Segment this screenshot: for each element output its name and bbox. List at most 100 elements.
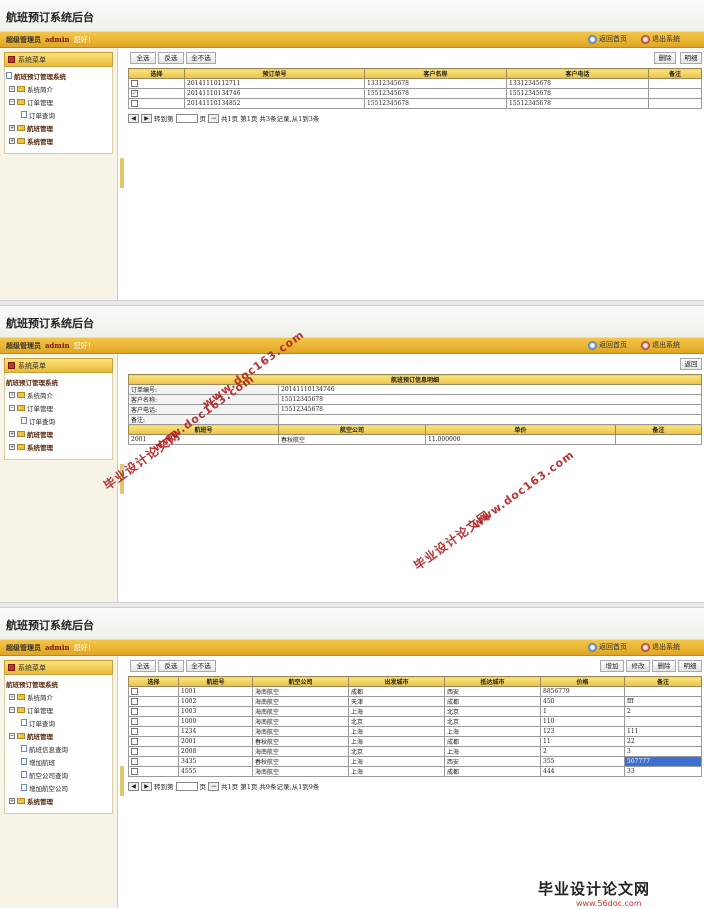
exit-icon [641,642,650,652]
row-checkbox[interactable] [131,738,138,745]
tree-item-order-query[interactable]: 订单查询 [5,108,112,121]
tree-label: 航班预订管理系统 [6,680,58,689]
add-button[interactable]: 增加 [600,660,624,672]
select-all-button[interactable]: 全选 [130,52,156,64]
flight-no: 2008 [178,746,253,757]
tree-item-add-flight[interactable]: 增加航班 [5,755,112,768]
table-row[interactable]: 20141110134852 15512345678 15512345678 [128,98,702,109]
next-page-icon[interactable]: ▶ [141,113,152,123]
page-icon [21,771,27,778]
table-row[interactable]: 2001 春秋航空 上海 成都 11 22 [128,736,702,747]
table-row[interactable]: 20141110112711 13312345678 13312345678 [128,78,702,89]
col-price: 价格 [540,676,625,687]
exit-link[interactable]: 退出系统 [641,642,680,652]
tree-root[interactable]: 航班预订管理系统 [5,677,112,690]
table-row[interactable]: 1002 海南航空 天津 成都 450 fff [128,696,702,707]
home-link-label: 返回首页 [599,35,627,43]
prev-page-icon[interactable]: ◀ [128,781,139,791]
sidebar-splitter[interactable] [120,766,124,796]
greeting: 您好！ [73,35,95,44]
row-checkbox[interactable] [131,728,138,735]
row-checkbox[interactable] [131,698,138,705]
app-title-bar: 航班预订系统后台 [0,306,704,338]
expand-icon: + [9,391,15,398]
tree-item-system[interactable]: + 系统管理 [5,440,112,453]
row-checkbox[interactable]: ✓ [131,90,138,97]
tree-label: 订单查询 [29,719,55,728]
invert-selection-button[interactable]: 反选 [158,660,184,672]
go-button[interactable]: → [208,113,219,123]
col-airline: 航空公司 [252,676,349,687]
collapse-icon: − [9,706,15,713]
table-row[interactable]: 1003 海南航空 上海 北京 1 2 [128,706,702,717]
row-checkbox[interactable] [131,100,138,107]
airline: 海南航空 [252,706,349,717]
page-input[interactable] [175,781,198,791]
row-checkbox[interactable] [131,688,138,695]
edit-button[interactable]: 修改 [626,660,650,672]
table-row[interactable]: ✓ 20141110134746 15512345678 15512345678 [128,88,702,99]
note: 2 [624,706,702,717]
tree-item-flights[interactable]: − 航班管理 [5,729,112,742]
row-checkbox[interactable] [131,758,138,765]
exit-link[interactable]: 退出系统 [641,340,680,350]
tree-item-flights[interactable]: + 航班管理 [5,121,112,134]
detail-button[interactable]: 明细 [680,52,702,64]
exit-link[interactable]: 退出系统 [641,34,680,44]
home-link[interactable]: 返回首页 [588,340,627,350]
row-checkbox[interactable] [131,80,138,87]
invert-selection-button[interactable]: 反选 [158,52,184,64]
select-none-button[interactable]: 全不选 [186,660,216,672]
table-row[interactable]: 4555 海南航空 上海 成都 444 33 [128,766,702,777]
tree-item-flight-query[interactable]: 航班信息查询 [5,742,112,755]
page-unit: 页 [199,783,207,791]
tree-item-order-query[interactable]: 订单查询 [5,716,112,729]
next-page-icon[interactable]: ▶ [141,781,152,791]
sidebar-splitter[interactable] [120,158,124,188]
row-checkbox[interactable] [131,768,138,775]
go-button[interactable]: → [208,781,219,791]
table-row[interactable]: 1234 海南航空 上海 上海 123 111 [128,726,702,737]
back-button[interactable]: 返回 [680,358,702,370]
tree-item-intro[interactable]: + 系统简介 [5,690,112,703]
tree-item-intro[interactable]: + 系统简介 [5,388,112,401]
row-checkbox[interactable] [131,748,138,755]
to-city: 上海 [444,746,541,757]
order-detail-panel: 航班预订系统后台 超级管理员 admin 您好！ 返回首页 退出系统 系统菜单 航班… [0,306,704,602]
tree-item-orders[interactable]: − 订单管理 [5,95,112,108]
select-none-button[interactable]: 全不选 [186,52,216,64]
note: 33 [624,766,702,777]
table-row[interactable]: 1001 海南航空 成都 西安 8856779 [128,686,702,697]
tree-root[interactable]: 航班预订管理系统 [5,375,112,388]
tree-item-orders[interactable]: − 订单管理 [5,703,112,716]
tree-item-flights[interactable]: + 航班管理 [5,427,112,440]
folder-icon [17,137,25,144]
select-all-button[interactable]: 全选 [130,660,156,672]
table-row[interactable]: 2008 海南航空 北京 上海 2 3 [128,746,702,757]
tree-item-intro[interactable]: + 系统简介 [5,82,112,95]
to-city: 成都 [444,696,541,707]
tree-item-orders[interactable]: − 订单管理 [5,401,112,414]
home-link[interactable]: 返回首页 [588,642,627,652]
row-checkbox[interactable] [131,708,138,715]
table-row[interactable]: 3435 春秋航空 上海 西安 355 567777 [128,756,702,767]
prev-page-icon[interactable]: ◀ [128,113,139,123]
folder-icon [17,430,25,437]
tree-root[interactable]: 航班预订管理系统 [5,69,112,82]
col-flight-no: 航班号 [128,424,279,435]
pager-summary: 共1页 第1页 共9条记录,从1到9条 [221,783,320,791]
col-note: 备注 [624,676,702,687]
detail-button[interactable]: 明细 [678,660,702,672]
delete-button[interactable]: 删除 [654,52,676,64]
home-link[interactable]: 返回首页 [588,34,627,44]
tree-item-airline-query[interactable]: 航空公司查询 [5,768,112,781]
tree-item-order-query[interactable]: 订单查询 [5,414,112,427]
table-row[interactable]: 1009 海南航空 北京 北京 110 [128,716,702,727]
delete-button[interactable]: 删除 [652,660,676,672]
tree-item-system[interactable]: + 系统管理 [5,134,112,147]
tree-item-add-airline[interactable]: 增加航空公司 [5,781,112,794]
tree-item-system[interactable]: + 系统管理 [5,794,112,807]
row-checkbox[interactable] [131,718,138,725]
page-input[interactable] [175,113,198,123]
field-value: 15512345678 [278,404,702,415]
